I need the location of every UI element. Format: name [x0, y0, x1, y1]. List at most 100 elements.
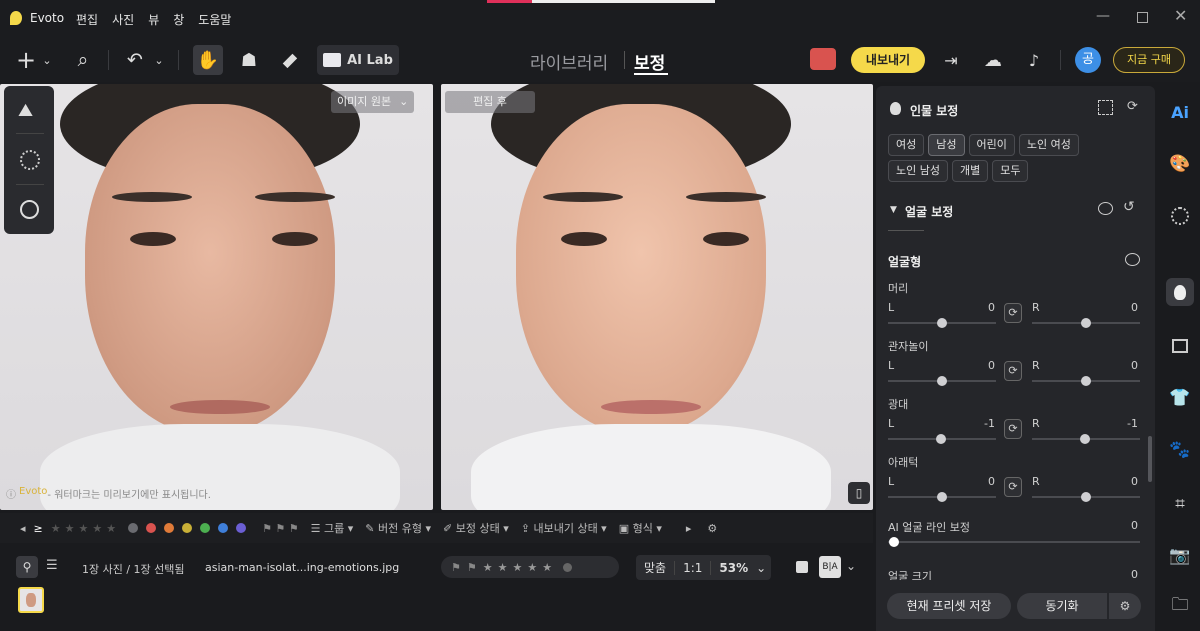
texture-icon[interactable]	[20, 150, 40, 170]
tab-library[interactable]: 라이브러리	[530, 49, 608, 74]
slider-knob[interactable]	[937, 492, 947, 502]
chip-elder-female[interactable]: 노인 여성	[1018, 134, 1079, 156]
color-yellow[interactable]	[182, 523, 193, 533]
section-title[interactable]: 얼굴 보정	[905, 203, 953, 220]
slider-knob[interactable]	[1081, 492, 1091, 502]
color-label-icon[interactable]	[563, 562, 573, 572]
history-icon[interactable]	[20, 200, 39, 219]
chip-individual[interactable]: 개별	[951, 160, 989, 182]
color-purple[interactable]	[236, 523, 247, 533]
add-icon[interactable]: +	[14, 45, 38, 75]
sync-settings-icon[interactable]: ⚙	[1109, 593, 1141, 619]
color-blue[interactable]	[218, 523, 229, 533]
link-toggle[interactable]: ⟳	[1004, 477, 1022, 497]
slider-knob[interactable]	[936, 434, 946, 444]
fit-button[interactable]: 맞춤	[636, 559, 674, 576]
original-label[interactable]: 이미지 원본 ⌄	[331, 91, 415, 113]
portrait-brush-icon[interactable]: ☗	[234, 45, 264, 75]
hand-icon[interactable]: ✋	[193, 45, 223, 75]
export-button[interactable]: 내보내기	[851, 47, 925, 73]
chip-child[interactable]: 어린이	[968, 134, 1015, 156]
collapse-triangle-icon[interactable]: ▼	[890, 205, 897, 215]
link-toggle[interactable]: ⟳	[1004, 361, 1022, 381]
color-green[interactable]	[200, 523, 211, 533]
group-filter[interactable]: ☰ 그룹 ▾	[311, 520, 354, 536]
color-red[interactable]	[128, 523, 139, 533]
flag-icon[interactable]: ⚑	[467, 561, 477, 574]
chevron-down-icon[interactable]: ⌄	[846, 559, 856, 573]
flag-filter-icon[interactable]: ⚑ ⚑ ⚑	[262, 522, 299, 535]
eye-icon[interactable]	[1098, 202, 1113, 215]
ratio-button[interactable]: 1:1	[674, 560, 710, 575]
menu-help[interactable]: 도움말	[198, 11, 231, 28]
format-filter[interactable]: ▣ 형식 ▾	[619, 520, 662, 536]
chevron-down-icon[interactable]: ⌄	[152, 45, 166, 75]
search-icon[interactable]: ⌕	[70, 45, 96, 75]
slider-knob[interactable]	[937, 318, 947, 328]
sort-icon[interactable]: ☰	[46, 558, 58, 573]
rating-gte-icon[interactable]: ≥	[34, 522, 43, 535]
sync-button[interactable]: 동기화	[1017, 593, 1107, 619]
texture-icon[interactable]	[1166, 202, 1194, 230]
scroll-left-icon[interactable]: ◂	[20, 522, 26, 535]
star-rating[interactable]: ★★★★★	[483, 561, 557, 574]
cloud-icon[interactable]: ☁	[980, 45, 1006, 75]
slider-knob[interactable]	[937, 376, 947, 386]
palette-icon[interactable]: 🎨	[1166, 150, 1194, 178]
gift-icon[interactable]	[810, 48, 836, 70]
minimize-button[interactable]: —	[1096, 8, 1112, 24]
chevron-down-icon[interactable]: ⌄	[756, 561, 766, 575]
folder-icon[interactable]: 🗀	[1166, 592, 1194, 620]
link-toggle[interactable]: ⟳	[1004, 419, 1022, 439]
menu-edit[interactable]: 편집	[76, 11, 98, 28]
menu-window[interactable]: 창	[173, 11, 184, 28]
rating-filter[interactable]: ★★★★★	[51, 522, 120, 535]
before-after-button[interactable]: B|A	[819, 556, 841, 578]
export-panel-icon[interactable]: ⇥	[940, 45, 962, 75]
close-button[interactable]: ✕	[1174, 6, 1187, 25]
edited-image[interactable]	[441, 84, 873, 510]
face-detect-icon[interactable]	[1098, 100, 1113, 115]
undo-icon[interactable]: ↶	[122, 45, 148, 75]
chip-male[interactable]: 남성	[928, 134, 965, 156]
slider-knob[interactable]	[1080, 434, 1090, 444]
ai-icon[interactable]: Ai	[1166, 98, 1194, 126]
save-preset-button[interactable]: 현재 프리셋 저장	[887, 593, 1011, 619]
chip-elder-male[interactable]: 노인 남성	[888, 160, 948, 182]
zoom-value[interactable]: 53%	[710, 560, 756, 575]
menu-photo[interactable]: 사진	[112, 11, 134, 28]
slider-knob[interactable]	[1081, 318, 1091, 328]
filmstrip-thumbnail[interactable]	[18, 587, 44, 613]
color-red[interactable]	[146, 523, 157, 533]
flag-icon[interactable]: ⚑	[451, 561, 461, 574]
slider-knob[interactable]	[1081, 376, 1091, 386]
ai-face-line-slider[interactable]	[888, 541, 1140, 543]
color-orange[interactable]	[164, 523, 175, 533]
chip-female[interactable]: 여성	[888, 134, 925, 156]
ai-lab-button[interactable]: AI Lab	[317, 45, 399, 75]
settings-icon[interactable]: ⚙	[707, 522, 717, 535]
menu-view[interactable]: 뷰	[148, 11, 159, 28]
chip-all[interactable]: 모두	[992, 160, 1029, 182]
reset-link-icon[interactable]: ⟳	[1127, 99, 1138, 114]
status-filter[interactable]: ✐ 보정 상태 ▾	[443, 520, 509, 536]
panel-scrollbar[interactable]	[1148, 436, 1152, 482]
single-view-icon[interactable]	[796, 561, 808, 573]
filter-icon[interactable]: ⚲	[16, 556, 38, 578]
portrait-icon[interactable]	[1166, 278, 1194, 306]
tab-edit[interactable]: 보정	[634, 49, 665, 74]
pet-paw-icon[interactable]: 🐾	[1166, 436, 1194, 464]
compare-icon[interactable]: ▯	[848, 482, 870, 504]
chevron-down-icon[interactable]: ⌄	[40, 45, 54, 75]
version-filter[interactable]: ✎ 버전 유형 ▾	[365, 520, 431, 536]
buy-now-button[interactable]: 지금 구매	[1113, 47, 1185, 73]
clothing-icon[interactable]: 👕	[1166, 384, 1194, 412]
crop-icon[interactable]: ⌗	[1166, 490, 1194, 518]
background-icon[interactable]	[1166, 332, 1194, 360]
export-status-filter[interactable]: ⇪ 내보내기 상태 ▾	[521, 520, 607, 536]
link-toggle[interactable]: ⟳	[1004, 303, 1022, 323]
rating-pill[interactable]: ⚑ ⚑ ★★★★★	[441, 556, 619, 578]
bell-icon[interactable]: ♪	[1022, 45, 1046, 75]
maximize-button[interactable]	[1137, 12, 1148, 23]
avatar[interactable]: 공	[1075, 47, 1101, 73]
